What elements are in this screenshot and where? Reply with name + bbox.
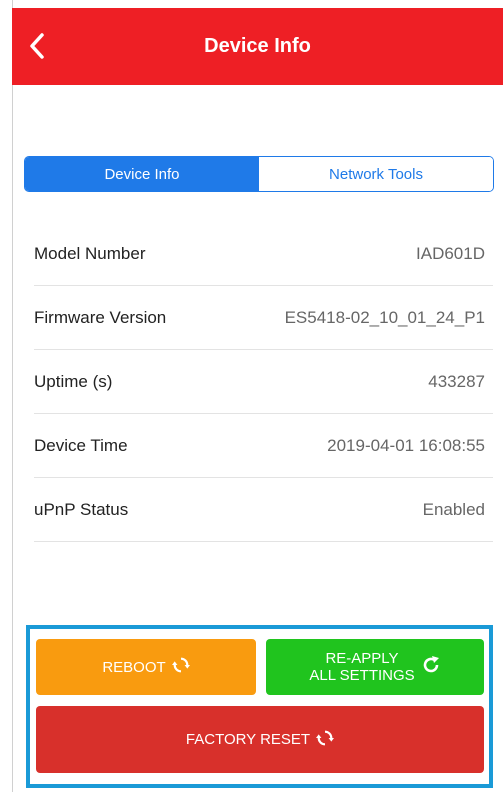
factory-reset-button[interactable]: FACTORY RESET <box>36 706 484 773</box>
info-row-device-time: Device Time 2019-04-01 16:08:55 <box>34 414 493 478</box>
segmented-control: Device Info Network Tools <box>24 156 494 192</box>
info-row-uptime: Uptime (s) 433287 <box>34 350 493 414</box>
factory-reset-label: FACTORY RESET <box>185 731 311 748</box>
reboot-label: REBOOT <box>102 658 166 676</box>
reapply-label-line2: ALL SETTINGS <box>309 667 415 684</box>
info-label: uPnP Status <box>34 499 129 519</box>
left-divider <box>12 0 13 792</box>
info-value: Enabled <box>422 499 485 519</box>
app-header: Device Info <box>12 8 503 85</box>
refresh-icon <box>421 655 441 679</box>
sync-icon <box>171 656 190 678</box>
page-title: Device Info <box>204 35 311 57</box>
sync-icon <box>316 729 335 751</box>
tab-device-info[interactable]: Device Info <box>25 157 259 191</box>
back-button[interactable] <box>22 26 52 66</box>
tab-network-tools[interactable]: Network Tools <box>259 157 493 191</box>
reboot-button[interactable]: REBOOT <box>36 639 256 695</box>
device-info-list: Model Number IAD601D Firmware Version ES… <box>34 222 493 542</box>
info-value: IAD601D <box>416 243 485 263</box>
chevron-left-icon <box>30 33 44 59</box>
info-row-model-number: Model Number IAD601D <box>34 222 493 286</box>
info-label: Firmware Version <box>34 307 167 327</box>
info-row-firmware-version: Firmware Version ES5418-02_10_01_24_P1 <box>34 286 493 350</box>
info-label: Device Time <box>34 435 128 455</box>
action-panel: REBOOT RE-APPLY ALL SETTINGS FACTORY RES… <box>26 625 493 788</box>
info-value: 2019-04-01 16:08:55 <box>327 435 485 455</box>
info-value: ES5418-02_10_01_24_P1 <box>284 307 485 327</box>
info-label: Uptime (s) <box>34 371 113 391</box>
reapply-label-line1: RE-APPLY <box>325 650 399 667</box>
reapply-label: RE-APPLY ALL SETTINGS <box>309 650 414 684</box>
info-row-upnp-status: uPnP Status Enabled <box>34 478 493 542</box>
reapply-all-settings-button[interactable]: RE-APPLY ALL SETTINGS <box>266 639 484 695</box>
info-label: Model Number <box>34 243 146 263</box>
info-value: 433287 <box>428 371 485 391</box>
